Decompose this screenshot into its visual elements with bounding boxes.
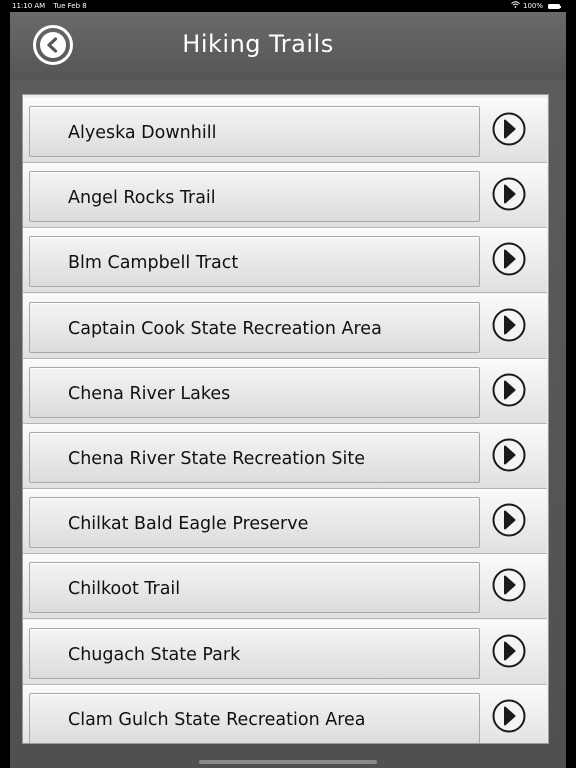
chevron-right-circle-icon[interactable] (492, 308, 526, 342)
list-item[interactable]: Chilkoot Trail (23, 554, 547, 620)
list-item-button[interactable]: Chena River State Recreation Site (29, 432, 480, 483)
list-item[interactable]: Captain Cook State Recreation Area (23, 293, 547, 359)
list-item-label: Alyeska Downhill (68, 123, 217, 143)
list-item-button[interactable]: Alyeska Downhill (29, 106, 480, 157)
chevron-right-circle-icon[interactable] (492, 699, 526, 733)
list-item-button[interactable]: Blm Campbell Tract (29, 236, 480, 288)
status-time: 11:10 AM (12, 2, 46, 10)
list-item-button[interactable]: Captain Cook State Recreation Area (29, 301, 480, 353)
list-item-label: Captain Cook State Recreation Area (68, 318, 382, 339)
chevron-right-circle-icon[interactable] (492, 242, 526, 276)
list-item[interactable]: Chilkat Bald Eagle Preserve (23, 489, 547, 555)
battery-icon (548, 3, 561, 9)
chevron-right-circle-icon[interactable] (492, 373, 526, 407)
chevron-right-circle-icon[interactable] (492, 177, 526, 211)
app-window: Hiking Trails Alyeska Downhill Angel Rock… (10, 12, 566, 768)
list-item-label: Clam Gulch State Recreation Area (68, 709, 366, 730)
list-item-button[interactable]: Chugach State Park (29, 627, 480, 679)
list-item-label: Chugach State Park (68, 644, 241, 665)
page-title: Hiking Trails (182, 30, 334, 58)
chevron-right-circle-icon[interactable] (492, 438, 526, 472)
status-date: Tue Feb 8 (53, 2, 87, 10)
chevron-right-circle-icon[interactable] (492, 634, 526, 668)
wifi-icon (511, 0, 520, 12)
list-item-label: Chena River Lakes (68, 383, 231, 404)
chevron-right-circle-icon[interactable] (492, 503, 526, 537)
list-item-label: Chilkat Bald Eagle Preserve (68, 514, 309, 535)
list-item-label: Chilkoot Trail (68, 579, 181, 600)
list-item-label: Chena River State Recreation Site (68, 449, 365, 469)
trail-list[interactable]: Alyeska Downhill Angel Rocks Trail Blm Cam… (22, 94, 549, 744)
list-item-button[interactable]: Chilkat Bald Eagle Preserve (29, 497, 480, 549)
list-item-label: Angel Rocks Trail (68, 188, 216, 209)
list-item[interactable]: Alyeska Downhill (23, 98, 547, 163)
list-item[interactable]: Clam Gulch State Recreation Area (23, 684, 547, 743)
battery-percent: 100% (522, 2, 543, 10)
list-item-button[interactable]: Chena River Lakes (29, 366, 480, 418)
status-bar: 11:10 AM Tue Feb 8 100% (0, 0, 576, 12)
home-indicator[interactable] (199, 760, 377, 764)
chevron-right-circle-icon[interactable] (492, 112, 526, 146)
list-item[interactable]: Chena River State Recreation Site (23, 424, 547, 489)
list-item-button[interactable]: Angel Rocks Trail (29, 171, 480, 223)
list-item[interactable]: Chena River Lakes (23, 358, 547, 424)
list-item[interactable]: Angel Rocks Trail (23, 163, 547, 229)
list-item-button[interactable]: Chilkoot Trail (29, 562, 480, 614)
list-item-label: Blm Campbell Tract (68, 253, 239, 274)
chevron-right-circle-icon[interactable] (492, 568, 526, 602)
list-item[interactable]: Chugach State Park (23, 619, 547, 685)
header-bar: Hiking Trails (10, 12, 566, 80)
list-item-button[interactable]: Clam Gulch State Recreation Area (29, 692, 480, 743)
list-item[interactable]: Blm Campbell Tract (23, 228, 547, 294)
